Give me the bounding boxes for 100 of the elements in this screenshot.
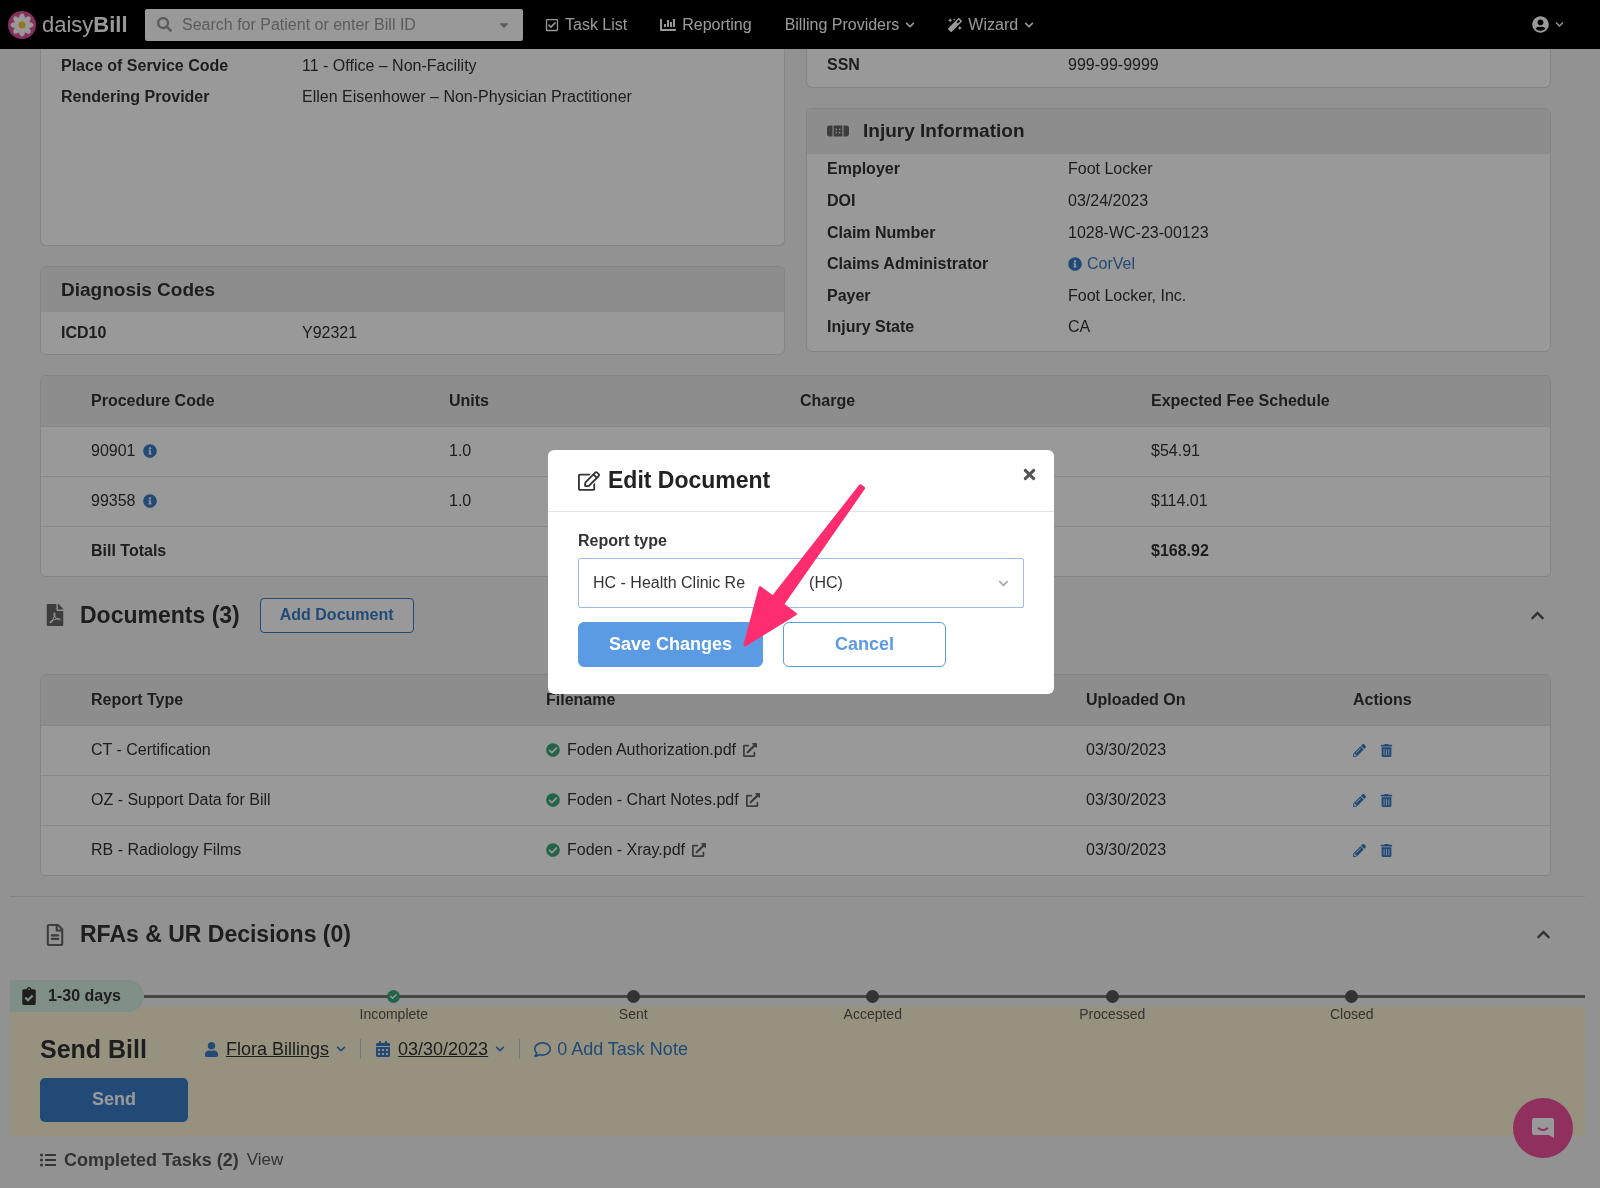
external-link-icon[interactable] bbox=[692, 843, 706, 858]
task-title: Send Bill bbox=[40, 1034, 148, 1064]
file-link[interactable]: Foden - Chart Notes.pdf bbox=[567, 791, 739, 810]
card-title: Injury Information bbox=[863, 120, 1025, 143]
badge-label: 1-30 days bbox=[48, 986, 121, 1005]
save-button[interactable]: Save Changes bbox=[578, 622, 764, 667]
trash-icon[interactable] bbox=[1380, 843, 1393, 857]
chevron-down-icon bbox=[905, 19, 916, 30]
step-label: Sent bbox=[618, 1005, 648, 1022]
file-link[interactable]: Foden - Xray.pdf bbox=[567, 841, 685, 860]
assignee-dropdown[interactable]: Flora Billings bbox=[204, 1038, 347, 1060]
nav-link[interactable]: Wizard bbox=[948, 15, 1035, 34]
edit-icon[interactable] bbox=[1353, 843, 1366, 857]
nav-link[interactable]: Task List bbox=[545, 15, 628, 34]
info-icon bbox=[1068, 257, 1082, 272]
brand-name: daisyBill bbox=[42, 11, 128, 38]
field-value: Y92321 bbox=[302, 323, 359, 342]
field-label: Employer bbox=[827, 160, 901, 179]
field-label: Report type bbox=[578, 532, 668, 550]
field-label: Claims Administrator bbox=[827, 255, 990, 274]
chat-button[interactable] bbox=[1513, 1098, 1573, 1158]
column-header: Charge bbox=[800, 391, 857, 410]
trash-icon[interactable] bbox=[1380, 793, 1393, 807]
table-cell-text: Bill Totals bbox=[91, 542, 168, 561]
clipboard-icon bbox=[545, 17, 559, 32]
table-cell-text: 03/30/2023 bbox=[1086, 791, 1168, 810]
nav-link[interactable]: Billing Providers bbox=[784, 15, 916, 34]
step-label: Accepted bbox=[843, 1005, 902, 1022]
info-icon bbox=[142, 494, 157, 509]
field-value: 999-99-9999 bbox=[1068, 55, 1160, 74]
completed-tasks-label: Completed Tasks (2) bbox=[64, 1149, 239, 1171]
field-label: Rendering Provider bbox=[61, 88, 211, 107]
external-link-icon[interactable] bbox=[743, 743, 757, 758]
chat-icon bbox=[1530, 1115, 1556, 1141]
pdf-file-icon bbox=[44, 604, 66, 627]
flower-logo-icon bbox=[8, 10, 36, 39]
administrator-link[interactable]: CorVel bbox=[1087, 255, 1136, 274]
column-header: Report Type bbox=[91, 690, 185, 709]
table-cell-text: $114.01 bbox=[1151, 492, 1209, 511]
field-value: Foot Locker, Inc. bbox=[1068, 286, 1188, 305]
info-icon bbox=[142, 444, 157, 459]
chevron-down-icon bbox=[1555, 20, 1564, 29]
table-cell-text: 1.0 bbox=[449, 442, 473, 461]
send-button[interactable]: Send bbox=[40, 1077, 188, 1122]
field-label: ICD10 bbox=[61, 323, 108, 342]
field-label: Place of Service Code bbox=[61, 56, 230, 75]
list-icon bbox=[40, 1152, 56, 1169]
column-header: Procedure Code bbox=[91, 391, 216, 410]
date-dropdown[interactable]: 03/30/2023 bbox=[375, 1038, 506, 1060]
table-cell-text: 03/30/2023 bbox=[1086, 841, 1168, 860]
table-cell: 90901 bbox=[91, 442, 136, 461]
speech-bubble-icon bbox=[534, 1040, 552, 1058]
column-header: Uploaded On bbox=[1086, 690, 1187, 709]
edit-icon bbox=[578, 469, 600, 492]
field-label: Payer bbox=[827, 286, 872, 305]
section-title: Documents (3) bbox=[80, 601, 240, 629]
table-cell-text: $54.91 bbox=[1151, 442, 1201, 461]
add-document-button[interactable]: Add Document bbox=[259, 597, 414, 633]
view-link[interactable]: View bbox=[246, 1150, 284, 1171]
field-value: 03/24/2023 bbox=[1068, 192, 1150, 210]
field-value: Foot Locker bbox=[1068, 160, 1154, 179]
external-link-icon[interactable] bbox=[745, 793, 760, 808]
field-value: 1028-WC-23-00123 bbox=[1068, 223, 1210, 242]
cancel-button[interactable]: Cancel bbox=[783, 622, 947, 667]
column-header: Units bbox=[449, 391, 490, 410]
table-cell-text: OZ - Support Data for Bill bbox=[91, 791, 272, 810]
edit-icon[interactable] bbox=[1353, 793, 1366, 807]
table-cell-text: $168.92 bbox=[1151, 542, 1210, 561]
step-label: Incomplete bbox=[359, 1005, 428, 1022]
search-icon bbox=[157, 17, 172, 32]
field-value: CA bbox=[1068, 318, 1092, 337]
field-label: DOI bbox=[827, 192, 857, 210]
table-cell-text: 1.0 bbox=[449, 492, 473, 511]
report-type-select[interactable]: HC - Health Clinic Re (HC) bbox=[578, 558, 1024, 608]
step-label: Closed bbox=[1329, 1005, 1374, 1022]
field-label: Claim Number bbox=[827, 223, 937, 242]
column-header: Filename bbox=[546, 690, 617, 709]
wand-icon bbox=[948, 17, 963, 32]
user-icon bbox=[204, 1041, 219, 1057]
table-cell-text: 03/30/2023 bbox=[1086, 741, 1168, 760]
trash-icon[interactable] bbox=[1380, 743, 1393, 757]
add-note-link[interactable]: 0 Add Task Note bbox=[534, 1038, 688, 1060]
calendar-icon bbox=[375, 1041, 392, 1058]
file-link[interactable]: Foden Authorization.pdf bbox=[567, 741, 736, 760]
nav-link[interactable]: Reporting bbox=[660, 15, 752, 34]
chevron-down-icon bbox=[1024, 19, 1035, 30]
table-cell: 99358 bbox=[91, 492, 136, 511]
column-header: Actions bbox=[1353, 690, 1413, 709]
field-label: Injury State bbox=[827, 318, 916, 337]
edit-icon[interactable] bbox=[1353, 743, 1366, 757]
document-icon bbox=[44, 923, 66, 946]
field-label: SSN bbox=[827, 55, 861, 74]
column-header: Expected Fee Schedule bbox=[1151, 391, 1331, 410]
account-menu[interactable] bbox=[1532, 16, 1564, 33]
table-cell-text: RB - Radiology Films bbox=[91, 841, 243, 860]
table-cell-text: CT - Certification bbox=[91, 741, 212, 760]
section-title: RFAs & UR Decisions (0) bbox=[80, 921, 351, 949]
step-label: Processed bbox=[1079, 1005, 1146, 1022]
bar-chart-icon bbox=[660, 16, 677, 33]
clipboard-icon bbox=[20, 986, 38, 1005]
